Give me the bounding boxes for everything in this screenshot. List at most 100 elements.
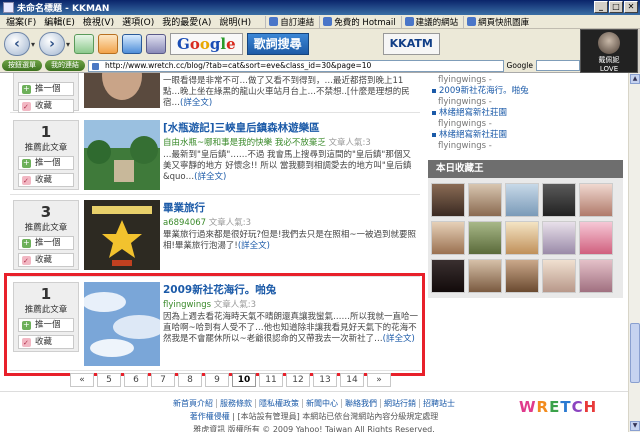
user-avatar[interactable] xyxy=(579,259,613,293)
copyright-link[interactable]: 著作權侵權 xyxy=(190,412,230,421)
menu-help[interactable]: 說明(H) xyxy=(215,15,255,28)
user-avatar[interactable] xyxy=(542,259,576,293)
scroll-down-icon[interactable]: ▼ xyxy=(630,421,640,431)
page-link[interactable]: 12 xyxy=(286,373,310,387)
read-more-link[interactable]: (詳全文) xyxy=(180,98,212,108)
user-avatar[interactable] xyxy=(505,183,539,217)
lyrics-search-button[interactable]: 歌詞搜尋 xyxy=(246,33,309,55)
read-more-link[interactable]: (詳全文) xyxy=(194,172,226,182)
quicklink-suggested[interactable]: 建議的網站 xyxy=(400,15,462,28)
footer-link[interactable]: 新聞中心 xyxy=(303,399,342,408)
close-button[interactable]: ✕ xyxy=(624,1,638,13)
vertical-scrollbar[interactable]: ▲ ▼ xyxy=(628,73,640,432)
google-button[interactable]: Google xyxy=(170,33,243,55)
page-link[interactable]: 8 xyxy=(178,373,202,387)
page-link[interactable]: 13 xyxy=(313,373,337,387)
address-bar: 按鈕選單 我的連結 http://www.wretch.cc/blog/?tab… xyxy=(0,59,580,73)
footer-link[interactable]: 聯絡我們 xyxy=(342,399,381,408)
user-avatar[interactable] xyxy=(431,221,465,255)
page-link[interactable]: 7 xyxy=(151,373,175,387)
author-link[interactable]: a6894067 xyxy=(163,218,206,228)
sidebar-user[interactable]: flyingwings - xyxy=(438,75,623,86)
favorite-button[interactable]: 收藏 xyxy=(18,173,74,187)
minimize-button[interactable]: _ xyxy=(594,1,608,13)
quicklink-custom[interactable]: 自訂連結 xyxy=(265,15,317,28)
url-field[interactable]: http://www.wretch.cc/blog/?tab=cat&sort=… xyxy=(88,59,504,72)
favorite-button[interactable]: 收藏 xyxy=(18,253,74,267)
author-link[interactable]: 自由水瓶~哪和事是我的快樂 我必不放棄乏 xyxy=(163,138,326,148)
avatar-panel[interactable]: 戴佩妮 LOVE MOMENTS xyxy=(580,29,638,81)
page-link[interactable]: 9 xyxy=(205,373,229,387)
push-button[interactable]: 推一個 xyxy=(18,82,74,96)
sidebar-article-link[interactable]: 林绪絕寫新社莊園 xyxy=(432,130,623,141)
page-link[interactable]: 5 xyxy=(97,373,121,387)
user-avatar[interactable] xyxy=(468,259,502,293)
page-prev[interactable]: « xyxy=(70,373,94,387)
footer-link[interactable]: 服務條款 xyxy=(217,399,256,408)
sidebar-article-link[interactable]: 2009新社花海行。啪兔 xyxy=(432,86,623,97)
user-avatar[interactable] xyxy=(431,259,465,293)
forward-button[interactable]: › xyxy=(39,32,66,56)
back-button[interactable]: ‹ xyxy=(4,32,30,56)
maximize-button[interactable]: □ xyxy=(609,1,623,13)
menu-edit[interactable]: 編輯(E) xyxy=(40,15,79,28)
sidebar-user[interactable]: flyingwings - xyxy=(438,119,623,130)
push-button[interactable]: 推一個 xyxy=(18,156,74,170)
quicklink-hotmail[interactable]: 免費的 Hotmail xyxy=(319,15,398,28)
tools-icon[interactable] xyxy=(122,34,143,54)
user-avatar[interactable] xyxy=(468,221,502,255)
google-search-input[interactable] xyxy=(536,60,580,71)
footer-link[interactable]: 新首頁介紹 xyxy=(170,399,217,408)
menu-favorites[interactable]: 我的最愛(A) xyxy=(158,15,215,28)
menu-pill-button[interactable]: 按鈕選單 xyxy=(2,60,42,71)
footer-link[interactable]: 招聘站士 xyxy=(420,399,458,408)
scroll-thumb[interactable] xyxy=(630,323,640,383)
quicklink-gallery[interactable]: 網頁快訊圖庫 xyxy=(463,15,532,28)
links-pill-button[interactable]: 我的連結 xyxy=(45,60,85,71)
article-card: 推一個 收藏 一眼看得是非常不可…做了又看不到得到，…最近都搭到晚上11點…晚上… xyxy=(10,73,420,113)
user-avatar[interactable] xyxy=(431,183,465,217)
user-avatar[interactable] xyxy=(579,221,613,255)
article-thumbnail[interactable] xyxy=(84,120,160,190)
article-thumbnail[interactable] xyxy=(84,200,160,270)
kkatm-button[interactable]: KKATM xyxy=(382,33,440,55)
read-more-link[interactable]: (詳全文) xyxy=(238,241,270,251)
web-page: 推一個 收藏 一眼看得是非常不可…做了又看不到得到，…最近都搭到晚上11點…晚上… xyxy=(0,73,628,432)
user-avatar[interactable] xyxy=(505,221,539,255)
sidebar-user[interactable]: flyingwings - xyxy=(438,141,623,152)
menu-file[interactable]: 檔案(F) xyxy=(2,15,40,28)
bookmark-icon xyxy=(22,175,31,187)
user-avatar[interactable] xyxy=(542,183,576,217)
menu-options[interactable]: 選項(O) xyxy=(118,15,158,28)
user-avatar[interactable] xyxy=(542,221,576,255)
user-avatar[interactable] xyxy=(468,183,502,217)
footer-link[interactable]: 網站行銷 xyxy=(381,399,420,408)
plus-icon xyxy=(22,237,31,249)
article-thumbnail[interactable] xyxy=(84,73,160,108)
page-link[interactable]: 6 xyxy=(124,373,148,387)
user-avatar[interactable] xyxy=(579,183,613,217)
article-meta: a6894067 文章人氣:3 xyxy=(163,216,418,228)
footer-link[interactable]: 隱私權政策 xyxy=(256,399,303,408)
article-title-link[interactable]: [水瓶遊記]三峽皇后鎮森林遊樂區 xyxy=(163,120,418,135)
push-button[interactable]: 推一個 xyxy=(18,236,74,250)
back-dropdown-icon[interactable]: ▾ xyxy=(31,40,35,49)
menu-view[interactable]: 檢視(V) xyxy=(79,15,118,28)
refresh-icon[interactable] xyxy=(74,34,95,54)
forward-dropdown-icon[interactable]: ▾ xyxy=(66,40,70,49)
favorites-king-title: 本日收藏王 xyxy=(428,160,623,178)
sidebar-article-link[interactable]: 林绪絕寫新社莊園 xyxy=(432,108,623,119)
page-next[interactable]: » xyxy=(367,373,391,387)
page-link[interactable]: 11 xyxy=(259,373,283,387)
wretch-logo[interactable]: WRETCH xyxy=(519,398,597,416)
scroll-up-icon[interactable]: ▲ xyxy=(630,74,640,84)
favorite-button[interactable]: 收藏 xyxy=(18,99,74,113)
article-title-link[interactable]: 畢業旅行 xyxy=(163,200,418,215)
page-link[interactable]: 14 xyxy=(340,373,364,387)
user-avatar[interactable] xyxy=(505,259,539,293)
app-icon xyxy=(3,2,14,13)
package-icon[interactable] xyxy=(146,34,167,54)
article-meta: 自由水瓶~哪和事是我的快樂 我必不放棄乏 文章人氣:3 xyxy=(163,136,418,148)
home-icon[interactable] xyxy=(98,34,119,54)
sidebar-user[interactable]: flyingwings - xyxy=(438,97,623,108)
